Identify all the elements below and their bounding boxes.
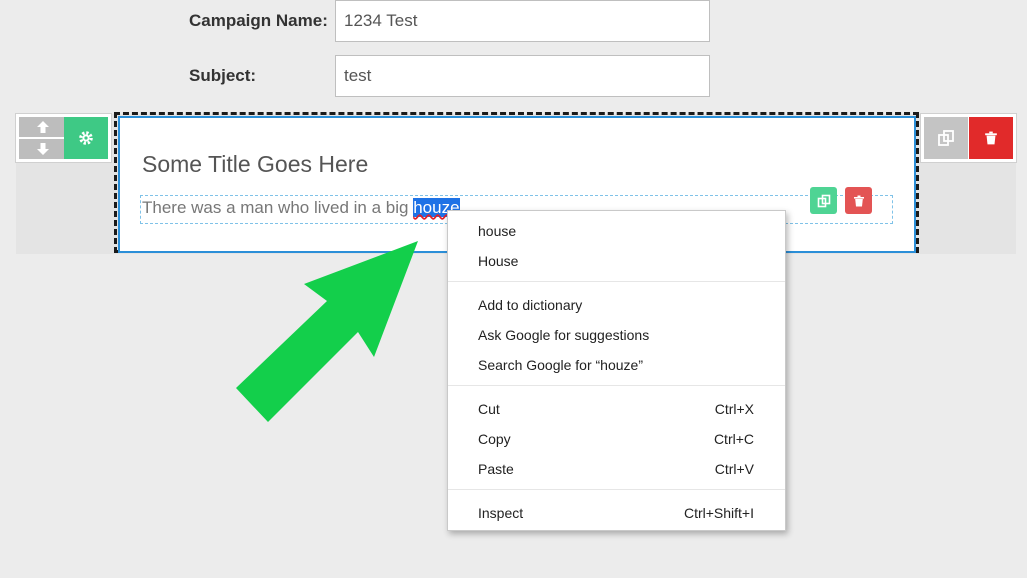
menu-item-suggestion-house-capital[interactable]: House (448, 247, 785, 275)
campaign-name-input[interactable] (335, 0, 710, 42)
delete-row-button[interactable] (969, 117, 1013, 159)
menu-item-ask-google[interactable]: Ask Google for suggestions (448, 321, 785, 349)
menu-item-paste[interactable]: Paste Ctrl+V (448, 455, 785, 483)
row-action-controls (921, 114, 1016, 162)
row-settings-button[interactable] (64, 117, 108, 159)
text-element[interactable]: There was a man who lived in a big houze (142, 198, 460, 218)
menu-separator (448, 489, 785, 490)
menu-separator (448, 385, 785, 386)
duplicate-element-button[interactable] (810, 187, 837, 214)
copy-icon (817, 194, 830, 207)
campaign-name-label: Campaign Name: (189, 11, 328, 30)
trash-icon (985, 131, 997, 145)
move-up-button[interactable] (19, 117, 66, 137)
text-before-selection: There was a man who lived in a big (142, 198, 414, 217)
move-down-button[interactable] (19, 139, 66, 159)
menu-item-copy[interactable]: Copy Ctrl+C (448, 425, 785, 453)
row-move-controls (16, 114, 111, 162)
menu-item-add-to-dictionary[interactable]: Add to dictionary (448, 291, 785, 319)
subject-input[interactable] (335, 55, 710, 97)
menu-separator (448, 281, 785, 282)
block-title[interactable]: Some Title Goes Here (142, 151, 368, 178)
menu-item-suggestion-house[interactable]: house (448, 217, 785, 245)
menu-item-search-google[interactable]: Search Google for “houze” (448, 351, 785, 379)
arrow-down-icon (36, 143, 49, 155)
menu-item-inspect[interactable]: Inspect Ctrl+Shift+I (448, 499, 785, 527)
pointer-arrow-icon (236, 241, 418, 422)
gear-icon (79, 131, 93, 145)
subject-label: Subject: (189, 66, 257, 85)
arrow-up-icon (36, 121, 49, 133)
menu-item-cut[interactable]: Cut Ctrl+X (448, 395, 785, 423)
copy-icon (938, 130, 954, 146)
duplicate-row-button[interactable] (924, 117, 968, 159)
trash-icon (853, 195, 864, 206)
delete-element-button[interactable] (845, 187, 872, 214)
context-menu: house House Add to dictionary Ask Google… (447, 210, 786, 531)
